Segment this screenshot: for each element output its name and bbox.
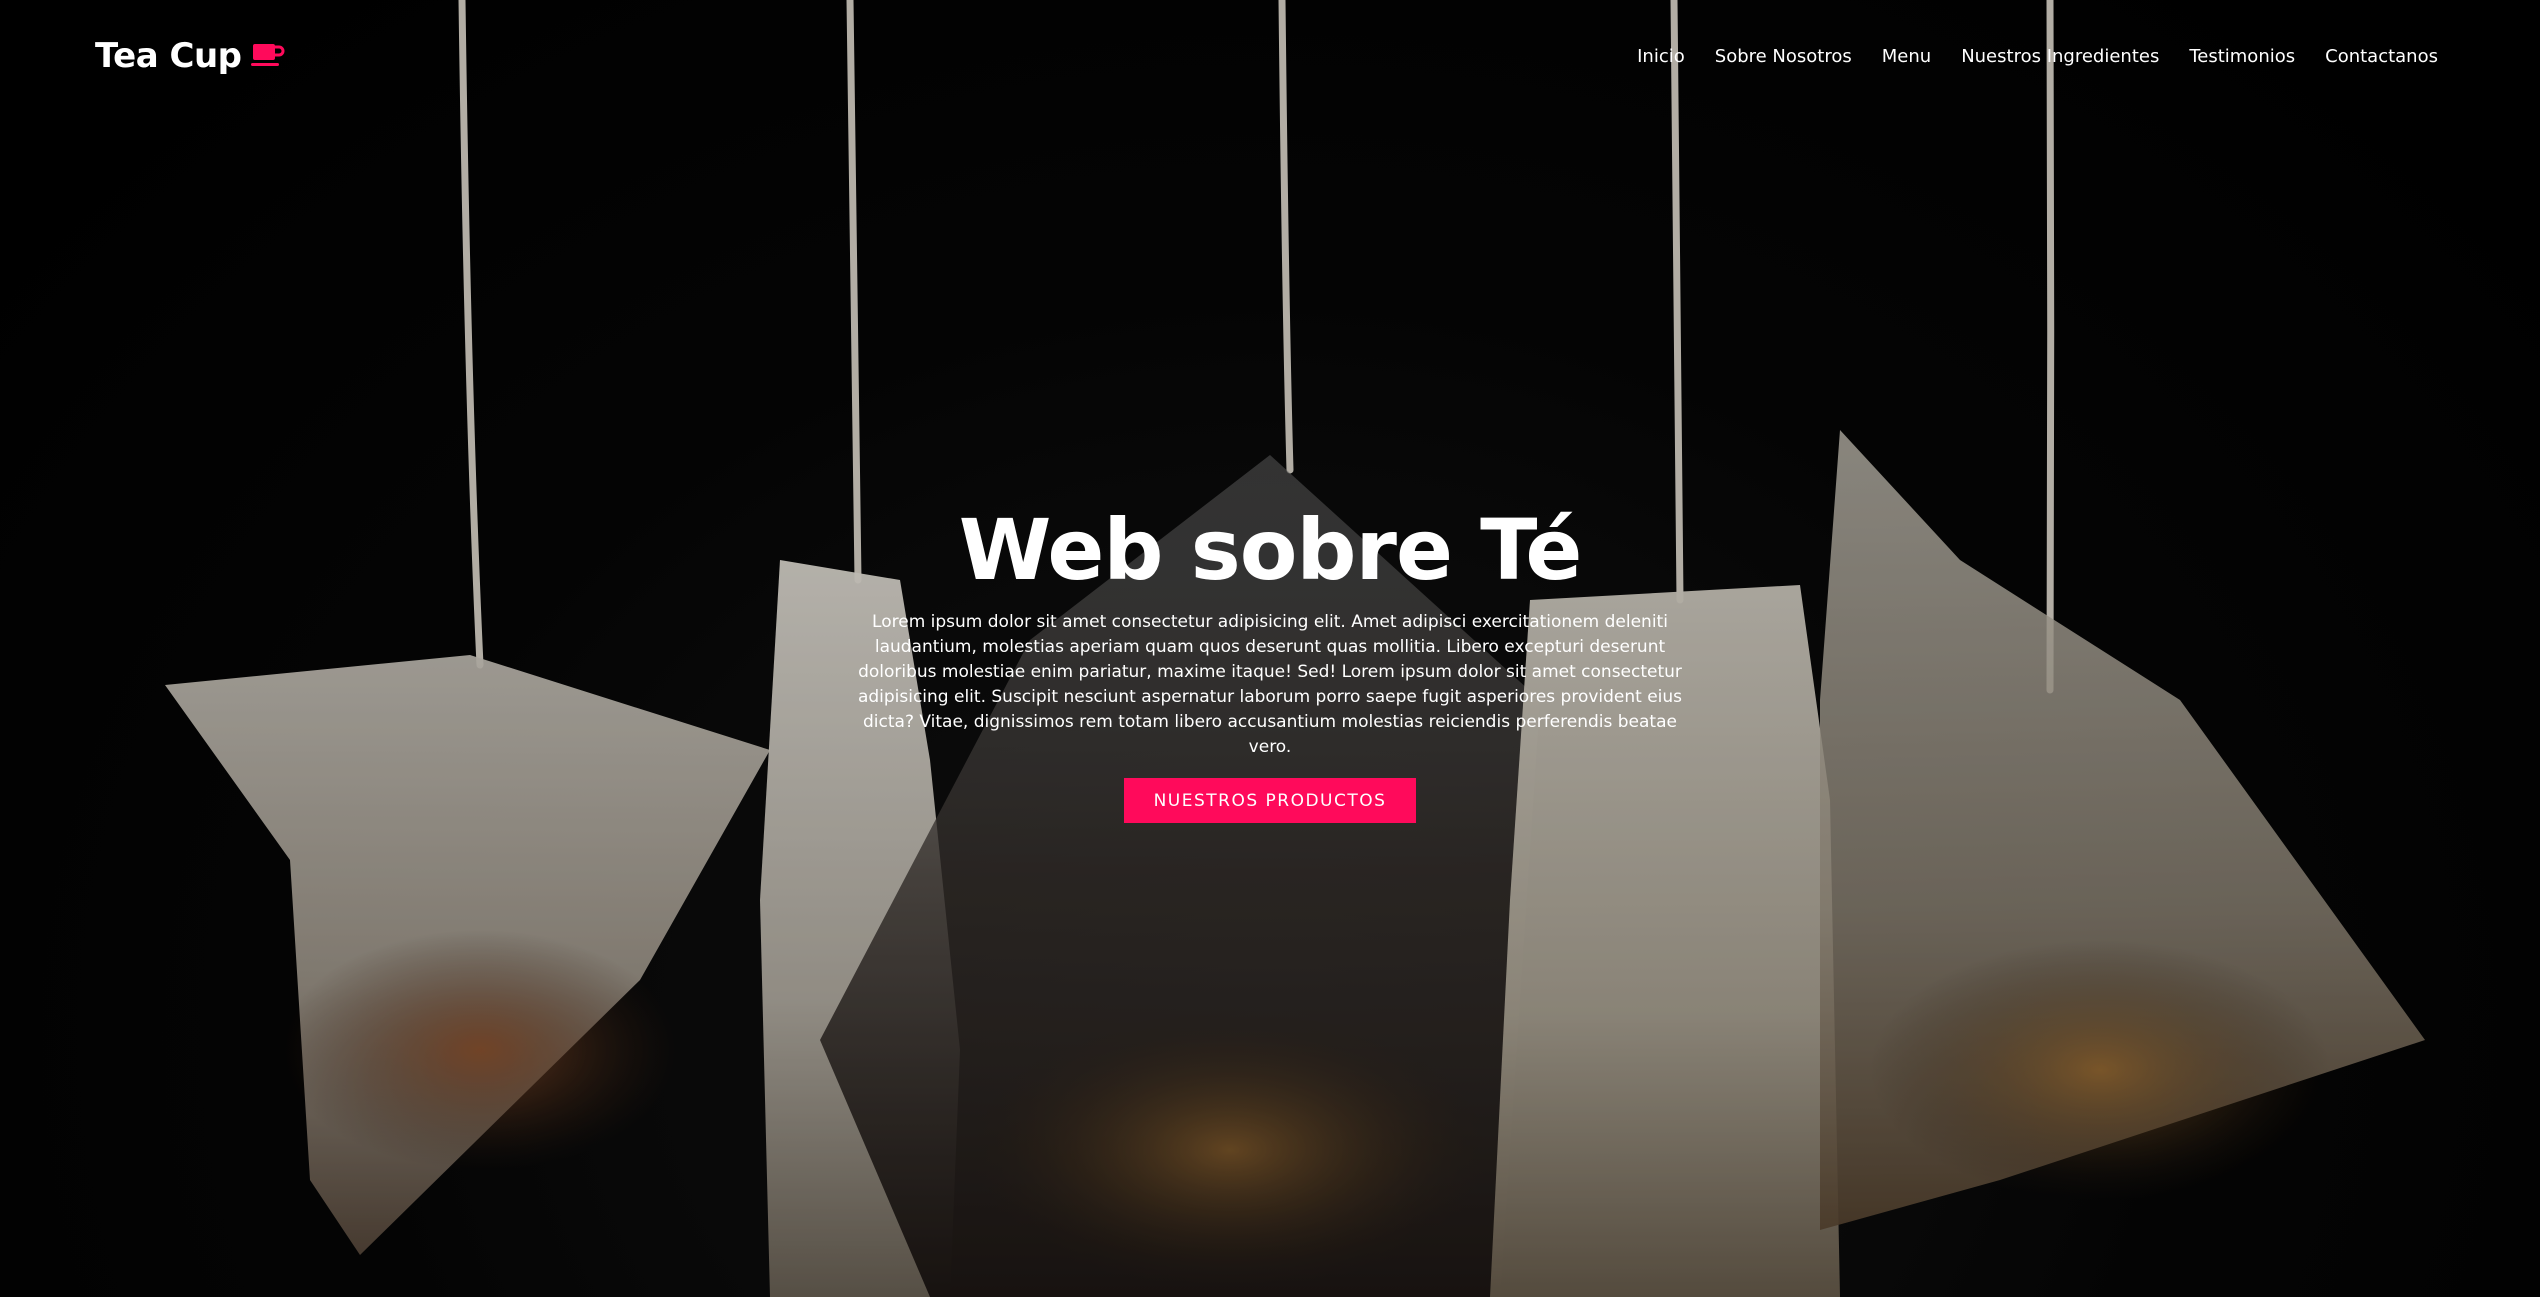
nav-link-inicio[interactable]: Inicio <box>1637 46 1685 67</box>
coffee-cup-icon <box>250 44 284 66</box>
nav-link-testimonios[interactable]: Testimonios <box>2189 46 2295 67</box>
nav-link-contactanos[interactable]: Contactanos <box>2325 46 2438 67</box>
hero-content: Web sobre Té Lorem ipsum dolor sit amet … <box>0 500 2540 823</box>
nuestros-productos-button[interactable]: NUESTROS PRODUCTOS <box>1123 778 1417 823</box>
hero-title: Web sobre Té <box>958 501 1583 599</box>
nav-link-sobre-nosotros[interactable]: Sobre Nosotros <box>1715 46 1852 67</box>
logo[interactable]: Tea Cup <box>95 36 286 76</box>
nav-link-menu[interactable]: Menu <box>1882 46 1931 67</box>
logo-text: Tea Cup <box>95 36 242 76</box>
site-header: Tea Cup Inicio Sobre Nosotros Menu Nuest… <box>0 0 2540 120</box>
hero-section: Tea Cup Inicio Sobre Nosotros Menu Nuest… <box>0 0 2540 1297</box>
hero-description: Lorem ipsum dolor sit amet consectetur a… <box>857 612 1683 757</box>
main-nav: Inicio Sobre Nosotros Menu Nuestros Ingr… <box>1607 46 2438 67</box>
nav-link-nuestros-ingredientes[interactable]: Nuestros Ingredientes <box>1961 46 2159 67</box>
